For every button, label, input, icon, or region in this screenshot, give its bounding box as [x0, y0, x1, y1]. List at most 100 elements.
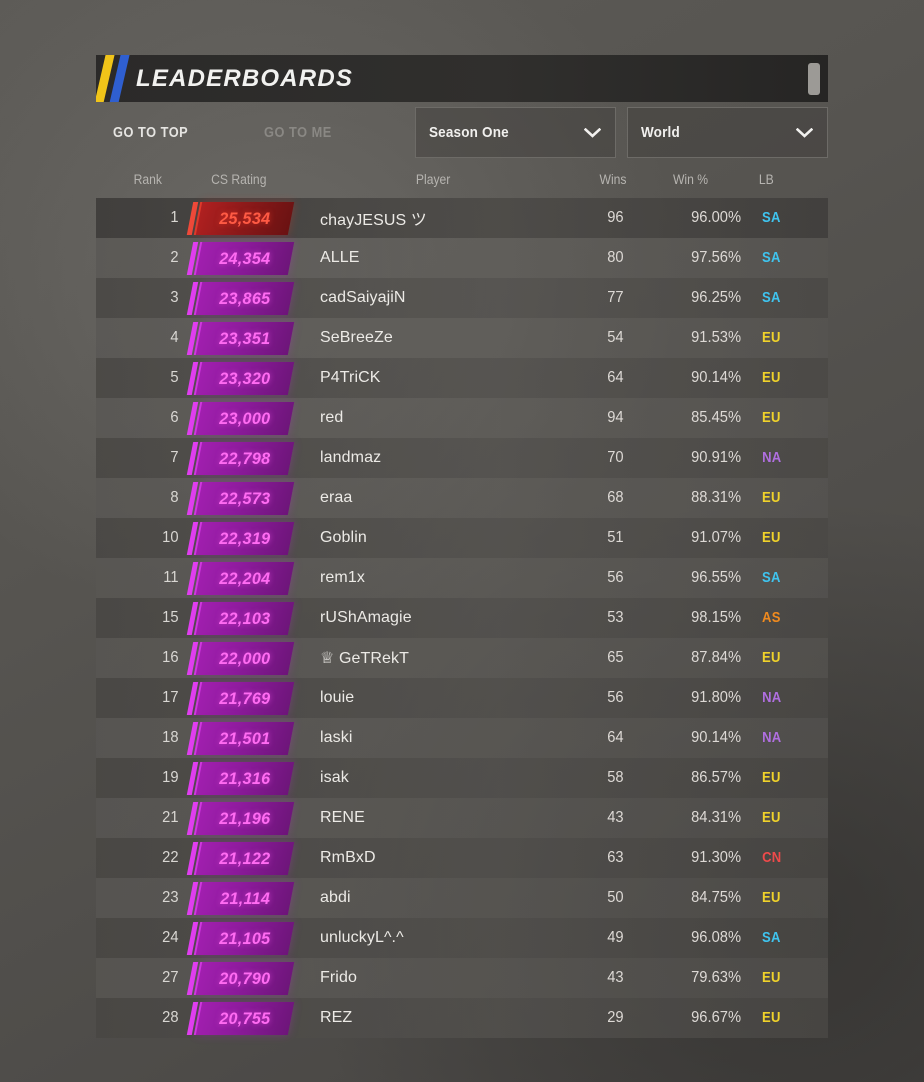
row-wins: 29	[607, 1009, 624, 1026]
row-region-badge: SA	[762, 570, 781, 586]
row-region-badge: EU	[762, 970, 781, 986]
row-rank: 19	[162, 769, 179, 786]
row-player-name[interactable]: RENE	[320, 809, 365, 827]
row-player-name[interactable]: rUShAmagie	[320, 609, 412, 627]
region-dropdown-value: World	[641, 124, 680, 141]
table-row[interactable]: 16 22,000 ♕ GeTRekT 65 87.84% EU	[96, 638, 828, 678]
row-wins: 96	[607, 209, 624, 226]
accent-bars-icon	[96, 55, 132, 102]
row-player-name[interactable]: Frido	[320, 969, 357, 987]
row-win-pct: 90.91%	[691, 449, 742, 466]
table-row[interactable]: 27 20,790 Frido 43 79.63% EU	[96, 958, 828, 998]
row-rank: 27	[162, 969, 179, 986]
row-rank: 10	[162, 529, 179, 546]
row-rank: 24	[162, 929, 179, 946]
table-row[interactable]: 7 22,798 landmaz 70 90.91% NA	[96, 438, 828, 478]
row-rating-value: 23,351	[219, 328, 271, 347]
row-wins: 54	[607, 329, 624, 346]
row-rank: 22	[162, 849, 179, 866]
row-wins: 53	[607, 609, 624, 626]
row-rating-badge: 21,114	[186, 881, 295, 915]
table-row[interactable]: 28 20,755 REZ 29 96.67% EU	[96, 998, 828, 1038]
row-rating-value: 20,755	[219, 1008, 271, 1027]
row-player-name[interactable]: rem1x	[320, 569, 365, 587]
row-rating-badge: 21,501	[186, 721, 295, 755]
table-row[interactable]: 3 23,865 cadSaiyajiN 77 96.25% SA	[96, 278, 828, 318]
row-rating-value: 23,000	[219, 408, 271, 427]
row-win-pct: 79.63%	[691, 969, 742, 986]
row-player-name[interactable]: Goblin	[320, 529, 367, 547]
row-rating-badge: 23,351	[186, 321, 295, 355]
table-row[interactable]: 15 22,103 rUShAmagie 53 98.15% AS	[96, 598, 828, 638]
row-region-badge: CN	[762, 850, 782, 866]
row-player-name[interactable]: REZ	[320, 1009, 352, 1027]
row-rank: 18	[162, 729, 179, 746]
row-wins: 43	[607, 969, 624, 986]
row-player-name[interactable]: louie	[320, 689, 354, 707]
row-rank: 1	[170, 209, 179, 226]
region-dropdown[interactable]: World	[627, 107, 828, 158]
row-wins: 56	[607, 689, 624, 706]
table-row[interactable]: 23 21,114 abdi 50 84.75% EU	[96, 878, 828, 918]
row-rating-value: 21,769	[219, 688, 271, 707]
table-row[interactable]: 24 21,105 unluckyL^.^ 49 96.08% SA	[96, 918, 828, 958]
row-player-name[interactable]: chayJESUS ツ	[320, 206, 427, 230]
row-player-name[interactable]: isak	[320, 769, 349, 787]
row-win-pct: 85.45%	[691, 409, 742, 426]
column-headers: Rank CS Rating Player Wins Win % LB	[96, 163, 828, 198]
row-wins: 70	[607, 449, 624, 466]
table-row[interactable]: 22 21,122 RmBxD 63 91.30% CN	[96, 838, 828, 878]
row-player-name[interactable]: red	[320, 409, 343, 427]
row-player-name[interactable]: unluckyL^.^	[320, 929, 404, 947]
row-rating-value: 21,122	[219, 848, 271, 867]
row-wins: 49	[607, 929, 624, 946]
table-row[interactable]: 8 22,573 eraa 68 88.31% EU	[96, 478, 828, 518]
table-row[interactable]: 19 21,316 isak 58 86.57% EU	[96, 758, 828, 798]
table-row[interactable]: 10 22,319 Goblin 51 91.07% EU	[96, 518, 828, 558]
row-win-pct: 91.30%	[691, 849, 742, 866]
row-region-badge: NA	[762, 450, 782, 466]
table-row[interactable]: 1 25,534 chayJESUS ツ 96 96.00% SA	[96, 198, 828, 238]
table-row[interactable]: 21 21,196 RENE 43 84.31% EU	[96, 798, 828, 838]
row-region-badge: EU	[762, 410, 781, 426]
row-player-name[interactable]: landmaz	[320, 449, 381, 467]
row-rank: 11	[163, 569, 179, 586]
row-win-pct: 96.08%	[691, 929, 742, 946]
row-win-pct: 96.25%	[691, 289, 742, 306]
row-player-name[interactable]: SeBreeZe	[320, 329, 393, 347]
row-wins: 51	[607, 529, 624, 546]
row-region-badge: EU	[762, 530, 781, 546]
table-row[interactable]: 18 21,501 laski 64 90.14% NA	[96, 718, 828, 758]
row-wins: 68	[607, 489, 624, 506]
row-rank: 15	[162, 609, 179, 626]
row-wins: 77	[607, 289, 624, 306]
table-row[interactable]: 17 21,769 louie 56 91.80% NA	[96, 678, 828, 718]
go-to-top-button[interactable]: GO TO TOP	[113, 125, 188, 141]
row-rating-badge: 22,573	[186, 481, 295, 515]
row-player-name[interactable]: ALLE	[320, 249, 360, 267]
row-rating-value: 21,501	[219, 728, 271, 747]
row-win-pct: 98.15%	[691, 609, 742, 626]
row-player-name[interactable]: P4TriCK	[320, 369, 381, 387]
row-rank: 28	[162, 1009, 179, 1026]
table-row[interactable]: 5 23,320 P4TriCK 64 90.14% EU	[96, 358, 828, 398]
season-dropdown[interactable]: Season One	[415, 107, 616, 158]
table-row[interactable]: 6 23,000 red 94 85.45% EU	[96, 398, 828, 438]
row-player-name[interactable]: eraa	[320, 489, 352, 507]
row-player-name[interactable]: abdi	[320, 889, 351, 907]
row-wins: 80	[607, 249, 624, 266]
row-rating-value: 20,790	[219, 968, 271, 987]
row-rank: 8	[170, 489, 179, 506]
row-player-name[interactable]: RmBxD	[320, 849, 376, 867]
row-player-name[interactable]: cadSaiyajiN	[320, 289, 406, 307]
row-rating-badge: 21,196	[186, 801, 295, 835]
table-row[interactable]: 11 22,204 rem1x 56 96.55% SA	[96, 558, 828, 598]
table-row[interactable]: 2 24,354 ALLE 80 97.56% SA	[96, 238, 828, 278]
row-player-name[interactable]: ♕ GeTRekT	[320, 648, 409, 668]
row-win-pct: 84.75%	[691, 889, 742, 906]
row-wins: 58	[607, 769, 624, 786]
row-player-name[interactable]: laski	[320, 729, 353, 747]
go-to-me-button[interactable]: GO TO ME	[264, 125, 332, 141]
table-row[interactable]: 4 23,351 SeBreeZe 54 91.53% EU	[96, 318, 828, 358]
row-rank: 5	[170, 369, 179, 386]
